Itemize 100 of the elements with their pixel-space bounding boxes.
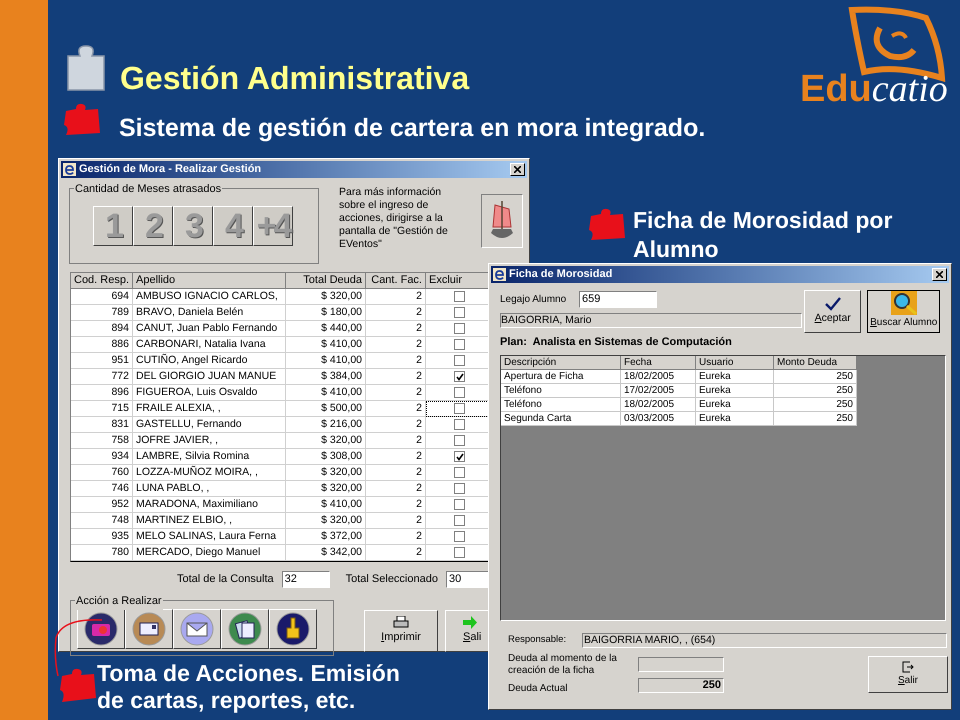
checkbox[interactable]: [454, 483, 465, 494]
table-cell: $ 320,00: [286, 433, 366, 449]
checkbox[interactable]: [454, 371, 465, 382]
table-cell: 896: [71, 385, 133, 401]
slide-title: Gestión Administrativa: [120, 59, 470, 98]
callout-text: Ficha de Morosidad por Alumno: [633, 206, 894, 264]
checkbox[interactable]: [454, 387, 465, 398]
table-cell: 17/02/2005: [621, 384, 696, 398]
logo-wordmark: Educatio: [800, 70, 948, 108]
field-label: Deuda al momento de la creación de la ficha: [508, 652, 618, 678]
table-cell: $ 320,00: [286, 465, 366, 481]
column-header[interactable]: Cant. Fac.: [366, 273, 426, 289]
table-cell: $ 410,00: [286, 385, 366, 401]
table-cell: 831: [71, 417, 133, 433]
action-button[interactable]: [221, 609, 269, 649]
table-cell: 250: [774, 370, 857, 384]
puzzle-piece-icon: [587, 208, 627, 242]
table-cell: AMBUSO IGNACIO CARLOS,: [133, 289, 286, 305]
checkbox[interactable]: [454, 339, 465, 350]
app-icon: [63, 163, 76, 176]
column-header[interactable]: Cod. Resp.: [71, 273, 133, 289]
ship-icon-button[interactable]: [481, 194, 523, 248]
checkbox[interactable]: [454, 451, 465, 462]
readonly-field: 250: [638, 678, 724, 692]
table-cell: 2: [366, 321, 426, 337]
table-cell: 2: [366, 513, 426, 529]
field-label: Total Seleccionado: [346, 572, 438, 587]
checkbox[interactable]: [454, 355, 465, 366]
table-cell: 250: [774, 398, 857, 412]
action-button[interactable]: [125, 609, 173, 649]
close-button[interactable]: [510, 163, 525, 176]
column-header[interactable]: Total Deuda: [286, 273, 366, 289]
table-cell: $ 410,00: [286, 353, 366, 369]
table-cell: $ 410,00: [286, 337, 366, 353]
table-cell: JOFRE JAVIER, ,: [133, 433, 286, 449]
table-cell: $ 320,00: [286, 513, 366, 529]
accept-button[interactable]: Aceptar: [804, 290, 862, 333]
table-cell: 746: [71, 481, 133, 497]
close-button[interactable]: [932, 268, 947, 281]
table-cell: MERCADO, Diego Manuel: [133, 545, 286, 561]
table-cell: 2: [366, 545, 426, 561]
table-cell: 772: [71, 369, 133, 385]
responsible-field: BAIGORRIA MARIO, , (654): [582, 633, 947, 648]
table-cell: 18/02/2005: [621, 398, 696, 412]
column-header[interactable]: Fecha: [621, 356, 696, 370]
table-cell: 2: [366, 289, 426, 305]
table-cell: $ 500,00: [286, 401, 366, 417]
checkbox[interactable]: [454, 291, 465, 302]
table-cell: CUTIÑO, Angel Ricardo: [133, 353, 286, 369]
print-button[interactable]: Imprimir: [364, 610, 438, 652]
input-field[interactable]: 659: [579, 290, 657, 308]
input-field[interactable]: 32: [282, 570, 330, 588]
table-cell: $ 308,00: [286, 449, 366, 465]
table-cell: 894: [71, 321, 133, 337]
table-cell: $ 372,00: [286, 529, 366, 545]
table-cell: 758: [71, 433, 133, 449]
field-label: Total de la Consulta: [177, 572, 274, 587]
window-title: Gestión de Mora - Realizar Gestión: [79, 162, 262, 178]
action-button[interactable]: [269, 609, 317, 649]
table-cell: 2: [366, 481, 426, 497]
table-cell: 694: [71, 289, 133, 305]
column-header[interactable]: Descripción: [501, 356, 621, 370]
checkbox[interactable]: [454, 419, 465, 430]
table-cell: 03/03/2005: [621, 412, 696, 426]
puzzle-piece-icon: [58, 668, 98, 704]
checkbox[interactable]: [454, 323, 465, 334]
table-cell: Eureka: [696, 398, 774, 412]
column-header[interactable]: Monto Deuda: [774, 356, 857, 370]
checkbox[interactable]: [454, 403, 465, 414]
checkbox[interactable]: [454, 531, 465, 542]
table-cell: DEL GIORGIO JUAN MANUE: [133, 369, 286, 385]
table-cell: $ 180,00: [286, 305, 366, 321]
column-header[interactable]: Apellido: [133, 273, 286, 289]
table-cell: 2: [366, 497, 426, 513]
telephone-icon: [84, 612, 118, 646]
arrow-icon: [463, 616, 477, 630]
checkbox[interactable]: [454, 547, 465, 558]
checkbox[interactable]: [454, 499, 465, 510]
table-cell: CARBONARI, Natalia Ivana: [133, 337, 286, 353]
checkbox[interactable]: [454, 435, 465, 446]
column-header[interactable]: Usuario: [696, 356, 774, 370]
checkbox[interactable]: [454, 307, 465, 318]
action-button[interactable]: [77, 609, 125, 649]
checkbox[interactable]: [454, 515, 465, 526]
table-cell: Teléfono: [501, 384, 621, 398]
search-student-button[interactable]: Buscar Alumno: [867, 290, 940, 333]
table-cell: MELO SALINAS, Laura Ferna: [133, 529, 286, 545]
table-cell: Eureka: [696, 384, 774, 398]
table-cell: 2: [366, 465, 426, 481]
table-cell: MARTINEZ ELBIO, ,: [133, 513, 286, 529]
table-cell: $ 384,00: [286, 369, 366, 385]
exit-button[interactable]: Salir: [868, 656, 948, 692]
plan-text: Plan: Analista en Sistemas de Computación: [500, 335, 733, 350]
table-cell: Eureka: [696, 370, 774, 384]
action-button[interactable]: [173, 609, 221, 649]
postcard-icon: [132, 612, 166, 646]
table-cell: LUNA PABLO, ,: [133, 481, 286, 497]
field-label: Deuda Actual: [508, 682, 568, 696]
checkbox[interactable]: [454, 467, 465, 478]
table-cell: 789: [71, 305, 133, 321]
